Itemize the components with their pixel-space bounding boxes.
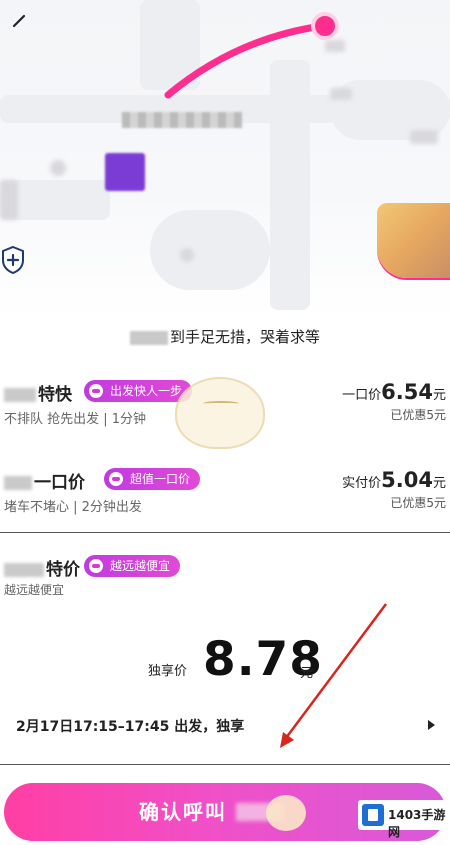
option-tag: 超值一口价 bbox=[104, 468, 201, 490]
car-marker bbox=[105, 153, 145, 191]
option-title: 特价 bbox=[4, 555, 80, 580]
option-tag: 出发快人一步 bbox=[84, 380, 193, 402]
back-arrow-icon[interactable] bbox=[6, 12, 28, 34]
mascot-illustration bbox=[175, 377, 265, 449]
ride-option-fixed-price[interactable]: 一口价 超值一口价 堵车不堵心 | 2分钟出发 实付价5.04元 已优惠5元 bbox=[0, 466, 450, 526]
option-tag: 越远越便宜 bbox=[84, 555, 181, 577]
redacted-text bbox=[129, 330, 168, 345]
tag-badge-icon bbox=[89, 384, 103, 398]
tag-badge-icon bbox=[109, 472, 123, 486]
site-watermark: 1403手游网 bbox=[358, 800, 448, 839]
price-unit: 元 bbox=[300, 666, 314, 681]
discount-text: 已优惠5元 bbox=[390, 496, 446, 510]
option-title: 特快 bbox=[4, 380, 72, 405]
discount-text: 已优惠5元 bbox=[390, 408, 446, 422]
option-price: 实付价5.04元 已优惠5元 bbox=[342, 468, 446, 510]
chevron-right-icon[interactable] bbox=[428, 720, 435, 730]
driver-thumbnail[interactable] bbox=[377, 203, 450, 278]
price-prefix: 独享价 bbox=[148, 664, 188, 679]
option-title: 一口价 bbox=[4, 468, 85, 493]
destination-pin bbox=[311, 12, 339, 40]
selected-price: 独享价 8.78 元 bbox=[0, 630, 450, 690]
mascot-sticker bbox=[266, 795, 306, 831]
departure-time-selector[interactable]: 2月17日17:15–17:45 出发，独享 bbox=[16, 716, 244, 736]
watermark-logo-icon bbox=[362, 804, 384, 826]
tag-badge-icon bbox=[89, 559, 103, 573]
shield-plus-icon[interactable] bbox=[0, 245, 26, 275]
divider bbox=[0, 764, 450, 765]
divider bbox=[0, 532, 450, 533]
status-message: 到手足无措，哭着求等 bbox=[0, 326, 450, 347]
route-line bbox=[164, 22, 326, 99]
option-subtitle: 不排队 抢先出发 | 1分钟 bbox=[4, 412, 147, 427]
option-subtitle: 越远越便宜 bbox=[4, 583, 65, 597]
option-subtitle: 堵车不堵心 | 2分钟出发 bbox=[4, 500, 142, 515]
option-price: 一口价6.54元 已优惠5元 bbox=[342, 380, 446, 422]
route-map[interactable] bbox=[0, 0, 450, 320]
